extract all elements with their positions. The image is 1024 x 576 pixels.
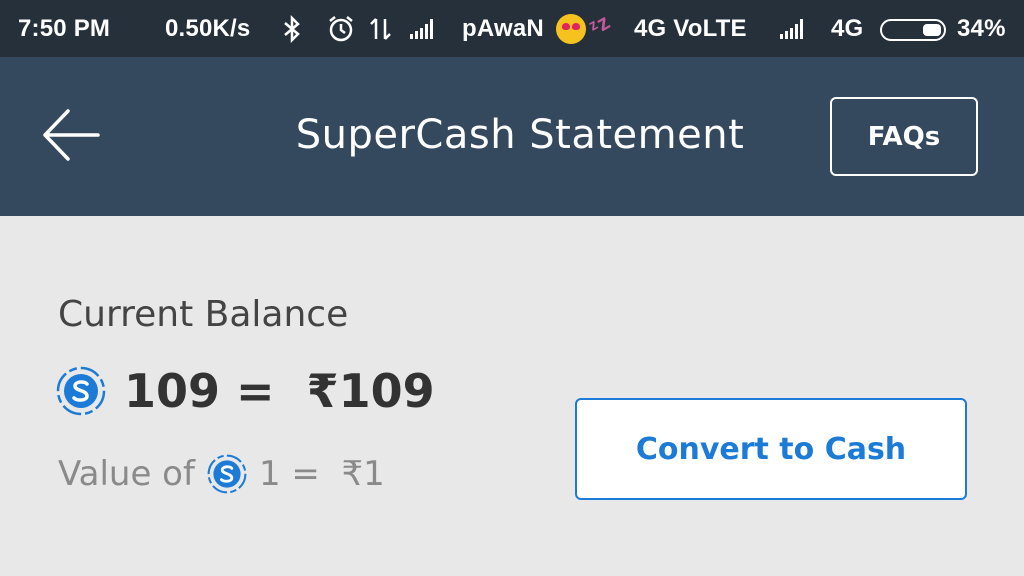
status-network-2: 4G [831,15,864,42]
current-balance-value: 109 = ₹109 [124,364,435,418]
sleep-icon: ᶻz [584,8,615,41]
rate-value: 1 = ₹1 [258,454,385,494]
status-net-speed: 0.50K/s [165,15,251,42]
app-header: SuperCash Statement FAQs [0,57,1024,216]
bluetooth-icon [280,14,304,44]
signal-icon [780,14,803,44]
status-network-1: 4G VoLTE [634,15,747,42]
emoji-icon [556,14,586,44]
status-time: 7:50 PM [18,15,111,42]
supercash-icon [207,454,247,494]
convert-to-cash-button[interactable]: Convert to Cash [575,398,967,500]
status-carrier: pAwaN [462,15,544,42]
rate-prefix: Value of [58,454,195,494]
status-bar: 7:50 PM 0.50K/s pAwaN ᶻz 4G VoLTE 4G 34% [0,0,1024,57]
signal-icon [410,14,433,44]
data-transfer-icon [368,14,394,44]
supercash-icon [56,366,106,416]
current-balance-label: Current Balance [58,294,349,335]
alarm-icon [326,14,356,44]
current-balance-row: 109 = ₹109 [56,364,435,418]
battery-icon [880,19,946,41]
balance-section: Current Balance 109 = ₹109 Value of 1 = … [0,216,1024,576]
battery-percent: 34% [957,15,1006,42]
faqs-button[interactable]: FAQs [830,97,978,176]
conversion-rate: Value of 1 = ₹1 [58,454,385,494]
